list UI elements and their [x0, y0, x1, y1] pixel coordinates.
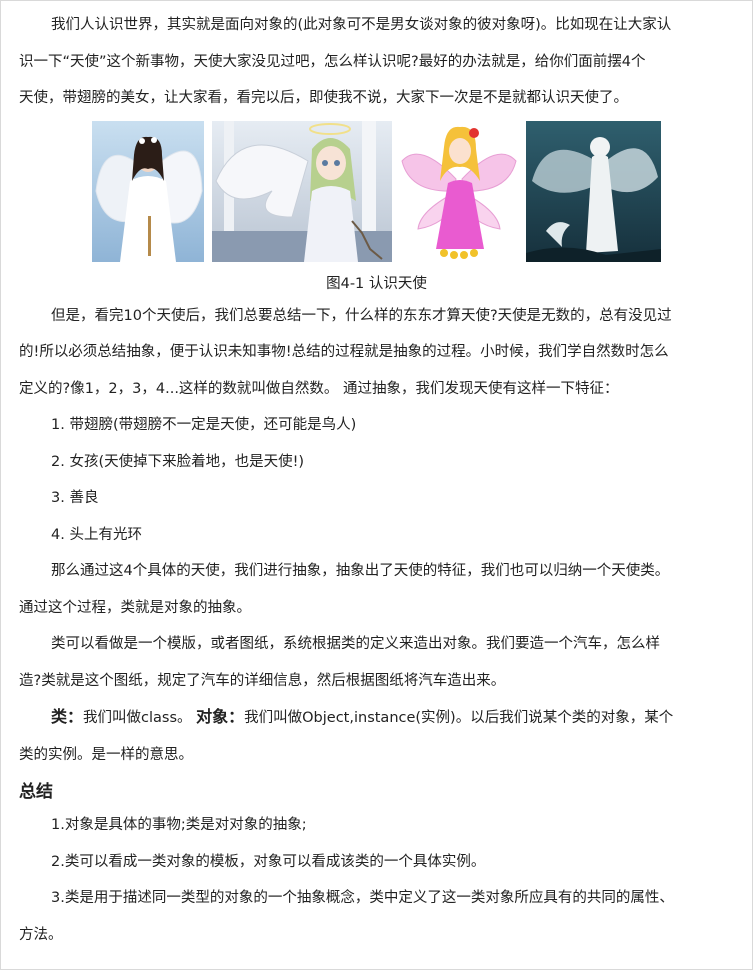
summary-item-1: 1.对象是具体的事物;类是对对象的抽象; [51, 817, 307, 833]
summary-item-3: 3.类是用于描述同一类型的对象的一个抽象概念，类中定义了这一类对象所应具有的共同… [51, 890, 674, 906]
angel-photo-1 [92, 120, 204, 262]
article: 我们人认识世界，其实就是面向对象的(此对象可不是男女谈对象的彼对象呀)。比如现在… [0, 0, 753, 970]
angel-figure [19, 120, 734, 262]
intro-line-3: 天使，带翅膀的美女，让大家看，看完以后，即使我不说，大家下一次是不是就都认识天使… [19, 90, 628, 106]
intro-line-2: 识一下“天使”这个新事物，天使大家没见过吧，怎么样认识呢?最好的办法就是，给你们… [19, 53, 646, 70]
summary-item-3-cont: 方法。 [19, 926, 63, 943]
angel-art-4 [526, 120, 661, 262]
summary-heading: 总结 [19, 782, 53, 802]
template-line-1: 类可以看做是一个模版，或者图纸，系统根据类的定义来造出对象。我们要造一个汽车，怎… [51, 636, 660, 652]
object-term-label: 对象： [196, 707, 245, 726]
abstraction-line-2: 的!所以必须总结抽象，便于认识未知事物!总结的过程就是抽象的过程。小时候，我们学… [19, 344, 669, 360]
terms-line-2: 类的实例。是一样的意思。 [19, 746, 193, 763]
feature-item: 2. 女孩(天使掉下来脸着地，也是天使!) [51, 453, 305, 470]
feature-item: 3. 善良 [51, 490, 99, 506]
template-line-2: 造?类就是这个图纸，规定了汽车的详细信息，然后根据图纸将汽车造出来。 [19, 672, 506, 689]
intro-line-1: 我们人认识世界，其实就是面向对象的(此对象可不是男女谈对象的彼对象呀)。比如现在… [51, 17, 672, 33]
abstraction-line-3: 定义的?像1，2，3，4...这样的数就叫做自然数。 通过抽象，我们发现天使有这… [19, 380, 619, 397]
class-term-label: 类： [51, 707, 84, 726]
angel-anime-2 [212, 120, 392, 262]
terms-line-1: 类：我们叫做class。 对象：我们叫做Object,instance(实例)。… [19, 699, 734, 737]
object-term-text: 我们叫做Object,instance(实例)。以后我们说某个类的对象，某个 [244, 710, 674, 726]
abstraction-line-1: 但是，看完10个天使后，我们总要总结一下，什么样的东东才算天使?天使是无数的，总… [51, 307, 672, 324]
class-term-text: 我们叫做class。 [83, 710, 192, 726]
conclusion-line-1: 那么通过这4个具体的天使，我们进行抽象，抽象出了天使的特征，我们也可以归纳一个天… [51, 563, 670, 579]
conclusion-line-2: 通过这个过程，类就是对象的抽象。 [19, 599, 251, 616]
figure-caption: 图4-1 认识天使 [326, 275, 427, 292]
summary-item-2: 2.类可以看成一类对象的模板，对象可以看成该类的一个具体实例。 [51, 853, 486, 870]
feature-item: 1. 带翅膀(带翅膀不一定是天使，还可能是鸟人) [51, 417, 357, 433]
feature-item: 4. 头上有光环 [51, 526, 142, 543]
angel-cartoon-3 [400, 120, 518, 262]
